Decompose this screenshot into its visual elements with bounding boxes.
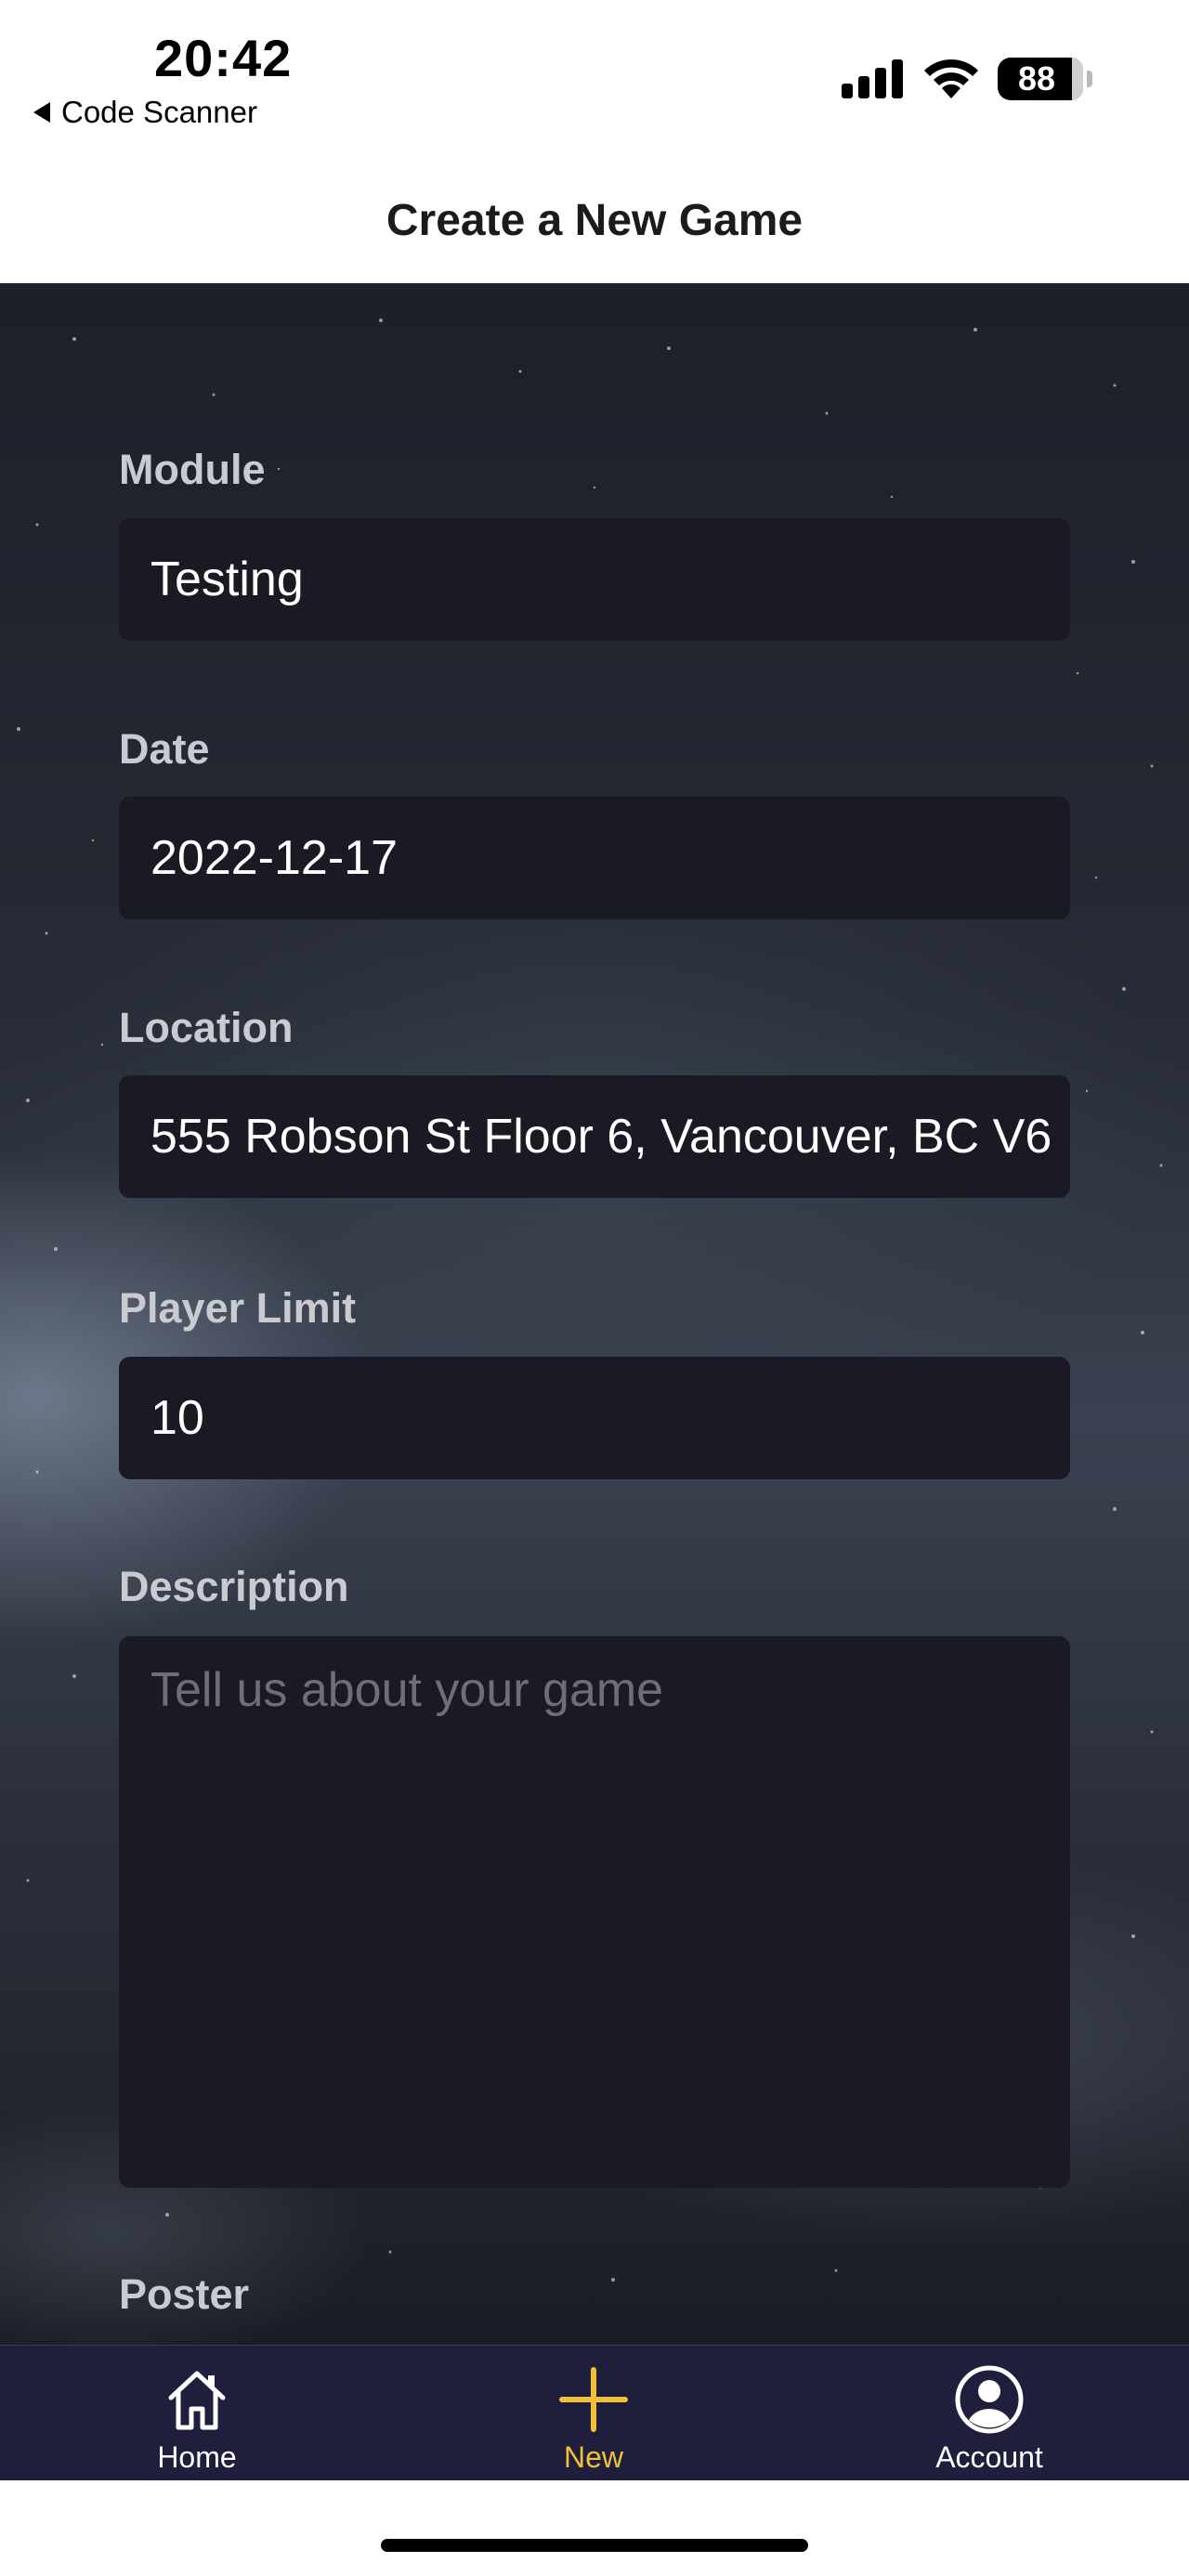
- back-arrow-icon: [33, 102, 50, 123]
- module-input[interactable]: Testing: [119, 518, 1070, 641]
- date-input[interactable]: 2022-12-17: [119, 797, 1070, 919]
- home-indicator[interactable]: [381, 2539, 808, 2552]
- battery-level: 88: [1017, 59, 1056, 98]
- cellular-signal-icon: [842, 58, 905, 98]
- back-to-app-link[interactable]: Code Scanner: [33, 95, 257, 130]
- tab-new-label: New: [563, 2440, 623, 2474]
- wifi-icon: [924, 59, 978, 98]
- battery-icon: 88: [998, 58, 1092, 100]
- date-label: Date: [119, 725, 210, 773]
- player-limit-label: Player Limit: [119, 1284, 357, 1332]
- description-textarea[interactable]: Tell us about your game: [119, 1636, 1070, 2188]
- tab-bar: Home New Account: [0, 2345, 1189, 2480]
- location-input[interactable]: 555 Robson St Floor 6, Vancouver, BC V6: [119, 1075, 1070, 1198]
- tab-home-label: Home: [157, 2440, 237, 2474]
- tab-account-label: Account: [935, 2440, 1043, 2474]
- home-icon: [168, 2371, 226, 2430]
- location-label: Location: [119, 1004, 294, 1051]
- tab-account[interactable]: Account: [878, 2346, 1101, 2481]
- description-placeholder: Tell us about your game: [150, 1663, 664, 1717]
- status-time: 20:42: [154, 29, 293, 87]
- status-bar: 20:42 Code Scanner 88: [0, 0, 1189, 167]
- player-limit-input[interactable]: 10: [119, 1357, 1070, 1479]
- form-content[interactable]: Module Testing Date 2022-12-17 Location …: [0, 283, 1189, 2345]
- back-app-label: Code Scanner: [61, 95, 257, 129]
- page-title: Create a New Game: [385, 196, 804, 245]
- account-icon: [955, 2365, 1024, 2434]
- tab-home[interactable]: Home: [85, 2346, 308, 2481]
- poster-label: Poster: [119, 2270, 250, 2318]
- description-label: Description: [119, 1563, 349, 1610]
- tab-new[interactable]: New: [482, 2346, 705, 2481]
- plus-icon: [559, 2367, 628, 2432]
- module-label: Module: [119, 446, 266, 493]
